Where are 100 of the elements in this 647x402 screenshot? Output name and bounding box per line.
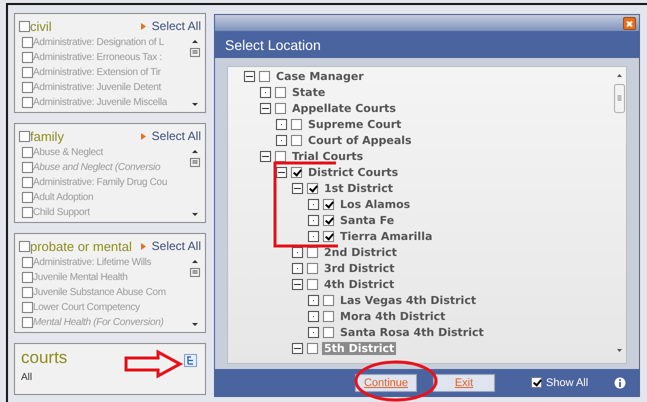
item-checkbox[interactable] (22, 162, 33, 173)
tree-node[interactable]: Santa Fe (338, 214, 396, 226)
collapse-toggle[interactable] (260, 102, 271, 114)
expand-toggle[interactable] (260, 86, 271, 98)
collapse-toggle[interactable] (260, 150, 271, 162)
tree-checkbox[interactable] (323, 326, 334, 338)
tree-node[interactable]: Los Alamos (338, 198, 412, 210)
item-checkbox[interactable] (22, 272, 33, 283)
group-title: civil (30, 18, 52, 34)
tree-checkbox[interactable] (291, 166, 302, 178)
tree-checkbox[interactable] (307, 182, 318, 194)
item-checkbox[interactable] (22, 207, 33, 218)
tree-checkbox[interactable] (275, 86, 286, 98)
tree-node[interactable]: State (290, 86, 328, 98)
item-checkbox[interactable] (22, 287, 33, 298)
tree-node[interactable]: Appellate Courts (290, 102, 398, 114)
item-checkbox[interactable] (22, 67, 33, 78)
item-label: Administrative: Family Drug Cou (33, 177, 168, 188)
select-all-link[interactable]: Select All (140, 129, 201, 143)
expand-toggle[interactable] (292, 262, 303, 274)
tree-checkbox[interactable] (259, 70, 270, 82)
expand-toggle[interactable] (308, 326, 319, 338)
show-all-label[interactable]: Show All (546, 376, 588, 388)
tree-node[interactable]: Case Manager (274, 70, 366, 82)
tree-checkbox[interactable] (323, 214, 334, 226)
item-checkbox[interactable] (22, 317, 33, 328)
courts-title: courts (21, 348, 68, 368)
item-label: Administrative: Juvenile Miscella (33, 97, 168, 108)
tree-node[interactable]: 5th District (322, 342, 396, 354)
item-label: Abuse & Neglect (33, 147, 103, 158)
item-label: Administrative: Juvenile Detent (33, 82, 161, 93)
tree-node[interactable]: 4th District (322, 278, 396, 290)
item-checkbox[interactable] (22, 82, 33, 93)
close-button[interactable] (623, 16, 636, 30)
item-checkbox[interactable] (22, 302, 33, 313)
tree-checkbox[interactable] (291, 134, 302, 146)
group-checkbox[interactable] (19, 130, 30, 142)
expand-toggle[interactable] (308, 294, 319, 306)
item-label: Administrative: Lifetime Wills (33, 257, 152, 268)
tree-checkbox[interactable] (275, 102, 286, 114)
item-label: Administrative: Extension of Tir (33, 67, 161, 78)
item-checkbox[interactable] (22, 177, 33, 188)
select-all-link[interactable]: Select All (140, 239, 201, 253)
tree-view-button[interactable] (184, 354, 197, 367)
expand-toggle[interactable] (308, 198, 319, 210)
tree-checkbox[interactable] (323, 198, 334, 210)
group-title: family (30, 128, 64, 144)
tree-node[interactable]: Las Vegas 4th District (338, 294, 478, 306)
tree-checkbox[interactable] (275, 150, 286, 162)
expand-toggle[interactable] (308, 310, 319, 322)
tree-node[interactable]: 1st District (322, 182, 395, 194)
item-checkbox[interactable] (22, 52, 33, 63)
tree-node[interactable]: District Courts (306, 166, 400, 178)
group-checkbox[interactable] (19, 240, 30, 252)
tree-icon (186, 356, 195, 365)
triangle-icon (140, 132, 146, 140)
expand-toggle[interactable] (276, 134, 287, 146)
tree-checkbox[interactable] (307, 246, 318, 258)
tree-node[interactable]: 2nd District (322, 246, 399, 258)
item-checkbox[interactable] (22, 97, 33, 108)
item-checkbox[interactable] (22, 37, 33, 48)
item-label: Administrative: Erroneous Tax : (33, 52, 162, 63)
item-checkbox[interactable] (22, 147, 33, 158)
expand-toggle[interactable] (276, 118, 287, 130)
tree-node[interactable]: Trial Courts (290, 150, 366, 162)
tree-node[interactable]: Mora 4th District (338, 310, 448, 322)
expand-toggle[interactable] (308, 214, 319, 226)
tree-node[interactable]: Supreme Court (306, 118, 404, 130)
expand-toggle[interactable] (308, 230, 319, 242)
item-label: Administrative: Designation of L (33, 37, 164, 48)
show-all-checkbox[interactable] (531, 377, 542, 388)
tree-node[interactable]: Court of Appeals (306, 134, 414, 146)
item-label: Abuse and Neglect (Conversio (33, 162, 160, 173)
group-checkbox[interactable] (19, 20, 30, 32)
tree-checkbox[interactable] (323, 294, 334, 306)
triangle-icon (140, 22, 146, 30)
item-label: Adult Adoption (33, 192, 94, 203)
tree-node[interactable]: Santa Rosa 4th District (338, 326, 486, 338)
tree-checkbox[interactable] (323, 230, 334, 242)
tree-checkbox[interactable] (307, 278, 318, 290)
collapse-toggle[interactable] (292, 278, 303, 290)
group-title: probate or mental (30, 238, 132, 254)
expand-toggle[interactable] (292, 246, 303, 258)
tree-node[interactable]: 3rd District (322, 262, 396, 274)
collapse-toggle[interactable] (292, 182, 303, 194)
tree-checkbox[interactable] (307, 262, 318, 274)
info-icon[interactable] (614, 376, 626, 388)
collapse-toggle[interactable] (276, 166, 287, 178)
triangle-icon (140, 242, 146, 250)
select-all-link[interactable]: Select All (140, 19, 201, 33)
item-checkbox[interactable] (22, 192, 33, 203)
tree-checkbox[interactable] (307, 342, 318, 354)
tree-checkbox[interactable] (323, 310, 334, 322)
tree-checkbox[interactable] (291, 118, 302, 130)
tree-node[interactable]: Tierra Amarilla (338, 230, 434, 242)
collapse-toggle[interactable] (244, 70, 255, 82)
item-label: Juvenile Mental Health (33, 272, 128, 283)
item-label: Mental Health (For Conversion) (33, 317, 164, 328)
item-checkbox[interactable] (22, 257, 33, 268)
collapse-toggle[interactable] (292, 342, 303, 354)
